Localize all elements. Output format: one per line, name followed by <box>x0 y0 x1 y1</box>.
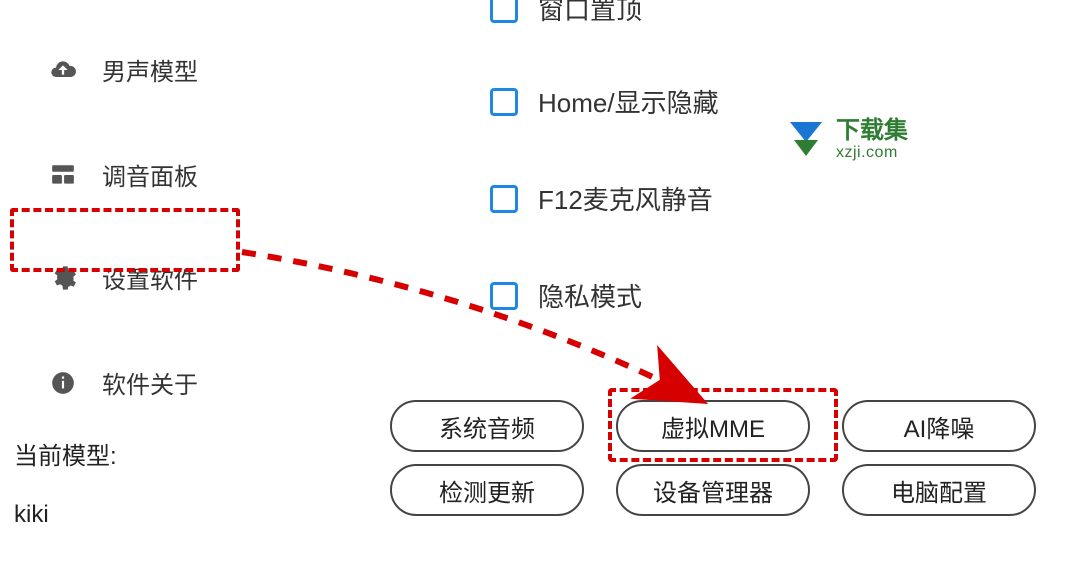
current-model-name: kiki <box>14 501 117 529</box>
watermark-cn: 下载集 <box>836 118 908 144</box>
sidebar-label-male: 男声模型 <box>102 52 198 87</box>
watermark: 下载集 xzji.com <box>786 118 908 162</box>
button-pc-config[interactable]: 电脑配置 <box>842 464 1036 516</box>
watermark-en: xzji.com <box>836 144 908 162</box>
button-virtual-mme[interactable]: 虚拟MME <box>616 400 810 452</box>
gear-icon <box>48 264 78 292</box>
button-ai-denoise[interactable]: AI降噪 <box>842 400 1036 452</box>
checkbox-label-f12: F12麦克风静音 <box>538 180 713 217</box>
checkbox-icon <box>490 0 518 23</box>
checkbox-f12-mute[interactable]: F12麦克风静音 <box>490 180 719 217</box>
button-check-update[interactable]: 检测更新 <box>390 464 584 516</box>
checkbox-privacy[interactable]: 隐私模式 <box>490 277 719 314</box>
sidebar-label-settings: 设置软件 <box>102 260 198 295</box>
current-model-label: 当前模型: <box>14 436 117 471</box>
sidebar-label-tuning: 调音面板 <box>102 157 198 192</box>
button-row-1: 系统音频 虚拟MME AI降噪 <box>390 400 1036 452</box>
panel-icon <box>48 162 78 188</box>
checkbox-label-privacy: 隐私模式 <box>538 277 642 314</box>
sidebar: 男声模型 调音面板 设置软件 软件关于 <box>30 0 216 416</box>
sidebar-item-male-model[interactable]: 男声模型 <box>30 36 216 103</box>
download-arrow-icon <box>786 120 826 160</box>
button-row-2: 检测更新 设备管理器 电脑配置 <box>390 464 1036 516</box>
button-system-audio[interactable]: 系统音频 <box>390 400 584 452</box>
sidebar-item-about[interactable]: 软件关于 <box>30 349 216 416</box>
sidebar-item-settings[interactable]: 设置软件 <box>30 244 216 311</box>
info-icon <box>48 370 78 396</box>
sidebar-label-about: 软件关于 <box>102 365 198 400</box>
button-device-mgr[interactable]: 设备管理器 <box>616 464 810 516</box>
checkbox-icon <box>490 282 518 310</box>
checkbox-icon <box>490 88 518 116</box>
checkbox-label-window-top: 窗口置顶 <box>538 0 642 27</box>
checkbox-home-toggle[interactable]: Home/显示隐藏 <box>490 83 719 120</box>
checkbox-label-home: Home/显示隐藏 <box>538 83 719 120</box>
watermark-text: 下载集 xzji.com <box>836 118 908 162</box>
checkbox-group: 窗口置顶 Home/显示隐藏 F12麦克风静音 隐私模式 <box>490 0 719 314</box>
checkbox-icon <box>490 185 518 213</box>
current-model: 当前模型: kiki <box>14 436 117 529</box>
sidebar-item-tuning[interactable]: 调音面板 <box>30 141 216 208</box>
checkbox-window-top[interactable]: 窗口置顶 <box>490 0 719 27</box>
cloud-download-icon <box>48 56 78 84</box>
